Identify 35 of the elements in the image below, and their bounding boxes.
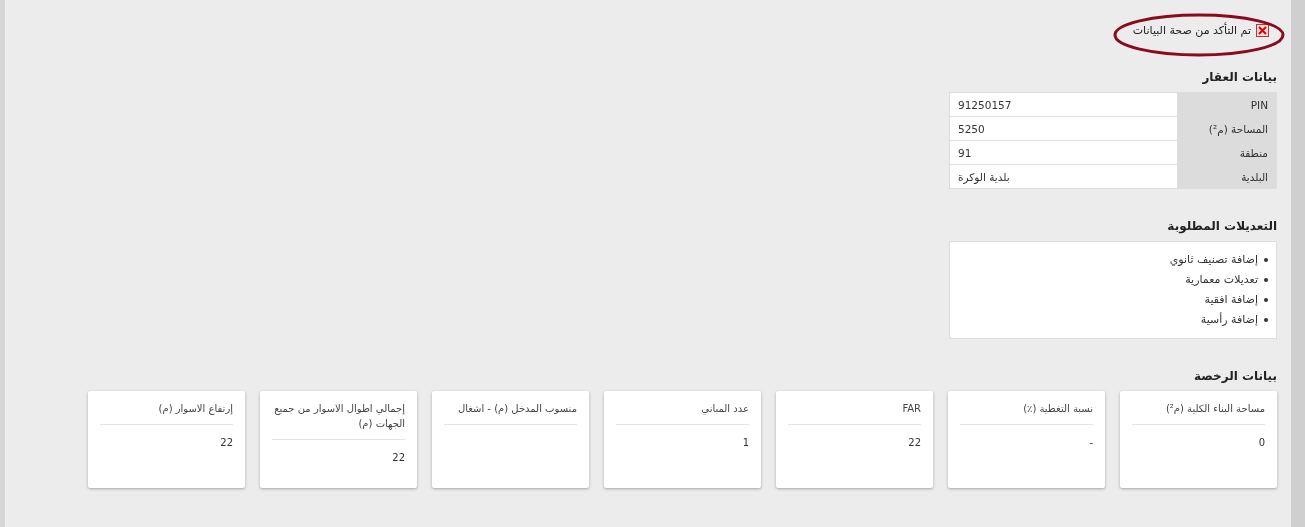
card-label: FAR	[788, 401, 921, 425]
bullet-icon	[1264, 278, 1268, 282]
bullet-icon	[1264, 298, 1268, 302]
table-cell: 91	[949, 140, 1178, 165]
table-cell: المساحة (م²)	[1177, 116, 1277, 141]
card-label: عدد المباني	[616, 401, 749, 425]
section-title: التعديلات المطلوبة	[1166, 219, 1277, 233]
table-cell: PIN	[1177, 92, 1277, 117]
checkbox[interactable]	[1256, 23, 1269, 37]
section-title: بيانات الرخصة	[1193, 369, 1277, 383]
table-cell: منطقة	[1177, 140, 1277, 165]
list-item: تعديلات معمارية	[1185, 272, 1258, 288]
list-item: إضافة افقية	[1204, 292, 1258, 308]
table-cell: البلدية	[1177, 164, 1277, 189]
card-value: 22	[219, 437, 233, 448]
card-label: إجمالي اطوال الاسوار من جميع الجهات (م)	[272, 401, 405, 440]
table-cell: بلدية الوكرة	[949, 164, 1178, 189]
card-label: نسبة التغطية (٪)	[960, 401, 1093, 425]
card-label: مساحة البناء الكلية (م²)	[1132, 401, 1265, 425]
card-value: 0	[1257, 437, 1265, 448]
card-value: 1	[741, 437, 749, 448]
table-cell: 91250157	[949, 92, 1178, 117]
card-label: منسوب المدخل (م) - اشغال	[444, 401, 577, 425]
card-value: 22	[907, 437, 921, 448]
bullet-icon	[1264, 258, 1268, 262]
confirmation-label: تم التأكد من صحة البيانات	[1132, 23, 1251, 37]
list-item: إضافة رأسية	[1200, 311, 1258, 328]
scrollbar[interactable]	[1291, 0, 1305, 527]
list-item: إضافة تصنيف ثانوي	[1169, 252, 1258, 268]
card-value: 22	[391, 452, 405, 463]
card-value: -	[1088, 437, 1093, 448]
table-cell: 5250	[949, 116, 1178, 141]
bullet-icon	[1264, 318, 1268, 322]
card-label: إرتفاع الاسوار (م)	[100, 401, 233, 425]
section-title: بيانات العقار	[1201, 70, 1277, 84]
